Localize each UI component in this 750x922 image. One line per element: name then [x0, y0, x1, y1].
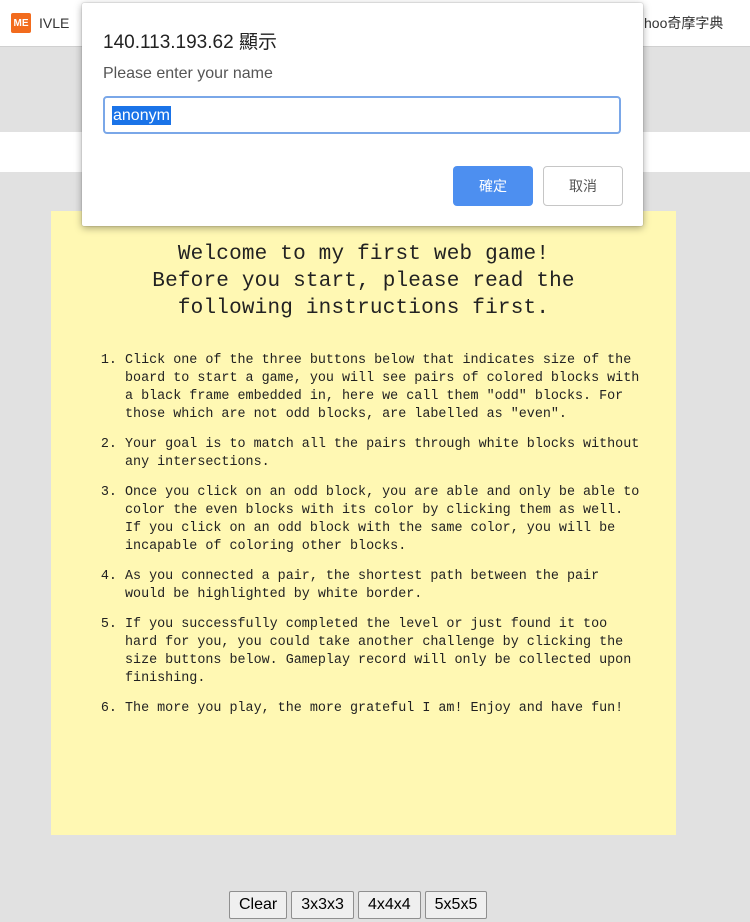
bookmark-ivle[interactable]: ME IVLE — [11, 12, 69, 34]
instruction-item: Your goal is to match all the pairs thro… — [125, 436, 646, 472]
dialog-title: 140.113.193.62 顯示 — [103, 32, 277, 53]
size-3x3x3-button[interactable]: 3x3x3 — [291, 891, 354, 919]
heading-line-2: Before you start, please read the — [152, 270, 575, 293]
instructions-panel: Welcome to my first web game! Before you… — [51, 211, 676, 835]
name-input[interactable]: anonym — [103, 96, 621, 134]
instruction-item: The more you play, the more grateful I a… — [125, 700, 646, 718]
bookmark-yahoo-dictionary[interactable]: hoo奇摩字典 — [644, 12, 723, 34]
instructions-list: Click one of the three buttons below tha… — [51, 352, 646, 718]
instruction-item: As you connected a pair, the shortest pa… — [125, 568, 646, 604]
ok-button[interactable]: 確定 — [453, 166, 533, 206]
heading-line-1: Welcome to my first web game! — [177, 243, 550, 266]
dialog-message: Please enter your name — [103, 65, 273, 82]
prompt-dialog: 140.113.193.62 顯示 Please enter your name… — [82, 3, 643, 226]
instruction-item: Click one of the three buttons below tha… — [125, 352, 646, 424]
instruction-item: Once you click on an odd block, you are … — [125, 484, 646, 556]
cancel-button[interactable]: 取消 — [543, 166, 623, 206]
clear-button[interactable]: Clear — [229, 891, 288, 919]
name-input-value: anonym — [112, 105, 171, 125]
ivle-icon: ME — [11, 13, 31, 33]
welcome-heading: Welcome to my first web game! Before you… — [51, 241, 676, 322]
size-5x5x5-button[interactable]: 5x5x5 — [424, 891, 488, 919]
instruction-item: If you successfully completed the level … — [125, 616, 646, 688]
size-4x4x4-button[interactable]: 4x4x4 — [357, 891, 421, 919]
bookmark-ivle-label: IVLE — [39, 15, 70, 31]
heading-line-3: following instructions first. — [177, 297, 550, 320]
bookmark-yahoo-dictionary-label: hoo奇摩字典 — [644, 15, 724, 31]
board-controls: Clear 3x3x3 4x4x4 5x5x5 — [229, 891, 488, 919]
